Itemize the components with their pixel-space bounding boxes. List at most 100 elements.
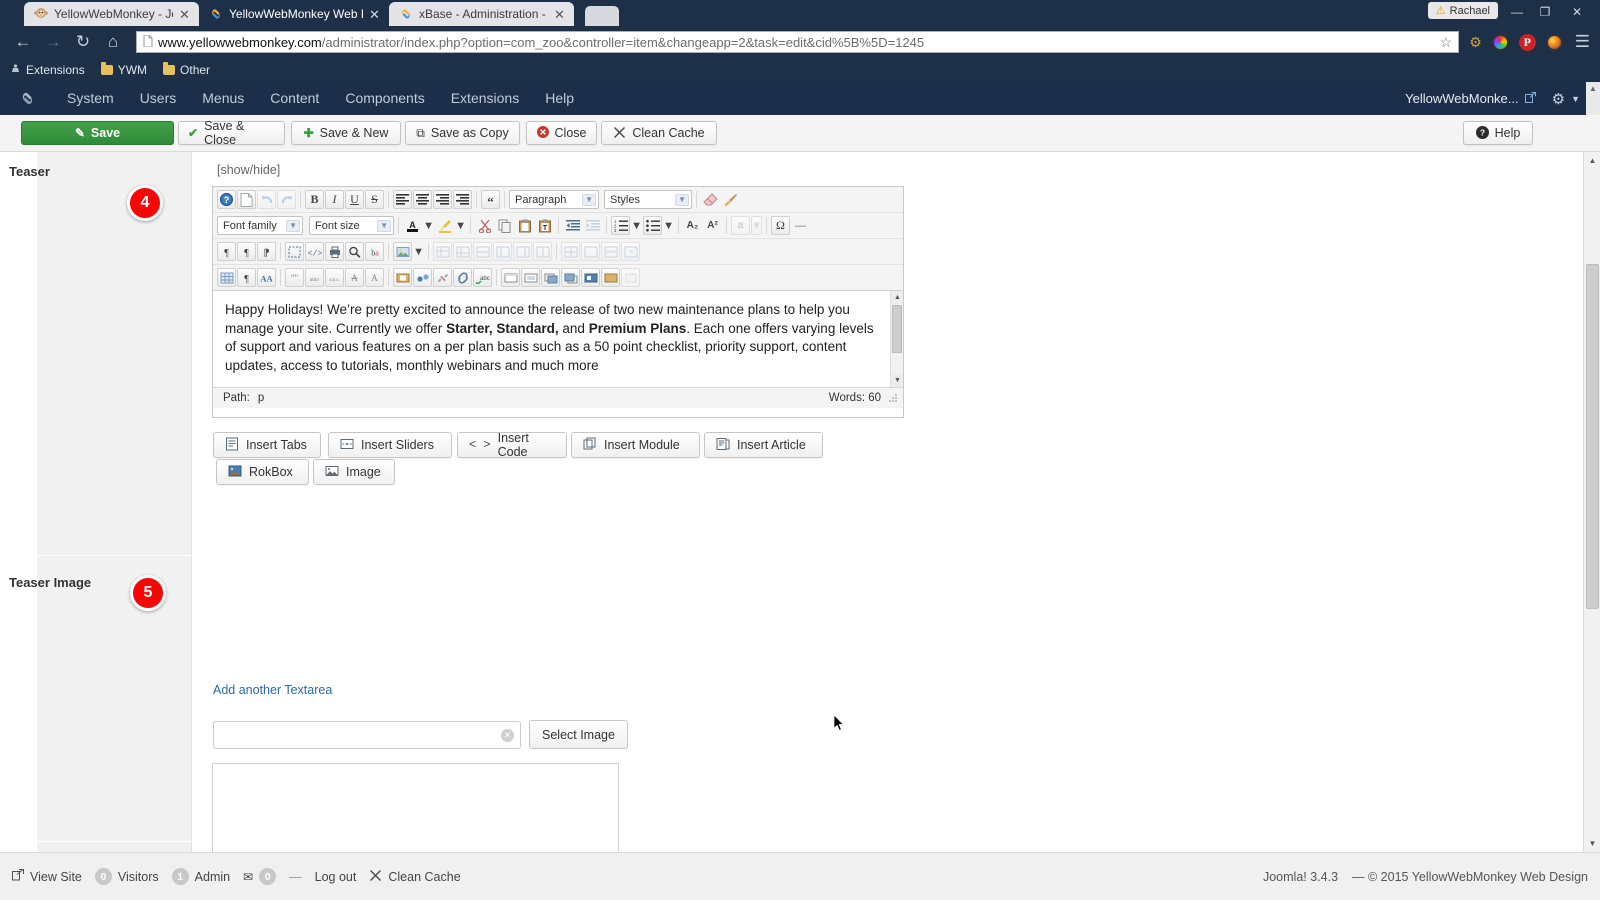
address-bar[interactable]: www.yellowwebmonkey.com /administrator/i… <box>136 31 1460 53</box>
page-scrollbar[interactable]: ▲ ▼ <box>1583 152 1600 852</box>
anchor-icon[interactable] <box>621 268 640 287</box>
abbreviation-icon[interactable]: abbr <box>305 268 324 287</box>
blockquote-icon[interactable]: “ <box>481 190 500 209</box>
table-insert-col-after-icon[interactable] <box>513 242 532 261</box>
eraser-icon[interactable] <box>701 190 720 209</box>
ltr-icon[interactable]: ¶ <box>237 242 256 261</box>
unlink-icon[interactable] <box>433 268 452 287</box>
editor-scroll-up-arrow[interactable]: ▲ <box>891 291 903 304</box>
template-icon[interactable] <box>601 268 620 287</box>
new-document-icon[interactable] <box>237 190 256 209</box>
admin-menu-extensions[interactable]: Extensions <box>438 82 532 115</box>
browser-user-badge[interactable]: ⚠ Rachael <box>1427 2 1498 19</box>
browser-tab-1[interactable]: YellowWebMonkey - Joom ✕ <box>24 2 199 26</box>
highlight-color-icon[interactable] <box>435 216 454 235</box>
align-justify-icon[interactable] <box>453 190 472 209</box>
find-replace-icon[interactable]: ba <box>365 242 384 261</box>
font-family-select[interactable]: Font family ▼ <box>217 216 303 235</box>
subscript-icon[interactable]: A₂ <box>683 216 702 235</box>
align-right-icon[interactable] <box>433 190 452 209</box>
admin-menu-help[interactable]: Help <box>532 82 587 115</box>
numbered-list-chevron-icon[interactable]: ▼ <box>631 216 642 235</box>
editor-resize-grip[interactable] <box>887 392 899 404</box>
editor-content-area[interactable]: Happy Holidays! We’re pretty excited to … <box>213 291 903 387</box>
admin-menu-users[interactable]: Users <box>127 82 190 115</box>
pinterest-icon[interactable]: P <box>1518 33 1536 51</box>
bookmark-extensions[interactable]: Extensions <box>10 63 85 77</box>
superscript-icon[interactable]: A² <box>703 216 722 235</box>
highlight-color-chevron-icon[interactable]: ▼ <box>455 216 466 235</box>
layer-forward-icon[interactable] <box>541 268 560 287</box>
logout-link[interactable]: Log out <box>315 870 357 884</box>
table-insert-col-before-icon[interactable] <box>493 242 512 261</box>
visitors-status[interactable]: 0 Visitors <box>94 868 159 885</box>
rokbox-button[interactable]: RokBox <box>216 459 309 485</box>
bullet-list-chevron-icon[interactable]: ▼ <box>663 216 674 235</box>
tab-close-icon[interactable]: ✕ <box>554 8 566 21</box>
link-icon[interactable] <box>453 268 472 287</box>
insert-text-icon[interactable]: A <box>365 268 384 287</box>
add-another-textarea-link[interactable]: Add another Textarea <box>213 683 332 697</box>
visual-blocks-icon[interactable]: ¶ <box>237 268 256 287</box>
messages-status[interactable]: ✉ 0 <box>243 868 277 885</box>
undo-icon[interactable] <box>257 190 276 209</box>
redo-icon[interactable] <box>277 190 296 209</box>
new-tab-button[interactable] <box>585 6 619 26</box>
bookmark-ywm[interactable]: YWM <box>100 62 147 77</box>
tab-close-icon[interactable]: ✕ <box>369 8 381 21</box>
insert-code-button[interactable]: < > Insert Code <box>457 431 567 459</box>
forward-button[interactable]: → <box>40 29 66 55</box>
save-and-new-button[interactable]: ✚ Save & New <box>291 121 401 145</box>
admin-menu-content[interactable]: Content <box>257 82 332 115</box>
remove-format-icon[interactable]: a <box>731 216 750 235</box>
browser-tab-3[interactable]: xBase - Administration - A ✕ <box>389 2 574 26</box>
insert-image-icon[interactable] <box>393 242 412 261</box>
clear-icon[interactable]: ✕ <box>501 729 514 742</box>
attachment-icon[interactable] <box>393 268 412 287</box>
styles-select[interactable]: Styles ▼ <box>604 190 692 209</box>
insert-table-icon[interactable] <box>217 268 236 287</box>
footer-clean-cache-link[interactable]: Clean Cache <box>369 869 461 885</box>
fullscreen-icon[interactable] <box>285 242 304 261</box>
table-row-props-icon[interactable] <box>601 242 620 261</box>
table-merge-cells-icon[interactable] <box>581 242 600 261</box>
editor-scroll-down-arrow[interactable]: ▼ <box>891 374 903 387</box>
admin-menu-components[interactable]: Components <box>332 82 437 115</box>
show-hide-toggle[interactable]: [show/hide] <box>217 163 280 177</box>
print-icon[interactable] <box>325 242 344 261</box>
find-icon[interactable] <box>345 242 364 261</box>
table-split-cells-icon[interactable] <box>561 242 580 261</box>
bold-icon[interactable]: B <box>305 190 324 209</box>
text-color-icon[interactable]: A <box>403 216 422 235</box>
paintbrush-icon[interactable] <box>721 190 740 209</box>
copy-icon[interactable] <box>495 216 514 235</box>
help-button[interactable]: ? Help <box>1463 121 1533 145</box>
view-site-link[interactable]: View Site <box>12 869 82 884</box>
insert-layer-icon[interactable] <box>501 268 520 287</box>
format-select[interactable]: Paragraph ▼ <box>509 190 599 209</box>
back-button[interactable]: ← <box>10 29 36 55</box>
acronym-icon[interactable]: a.b.c. <box>325 268 344 287</box>
editor-scrollbar[interactable]: ▲ ▼ <box>890 291 903 387</box>
remove-format-chevron-icon[interactable]: ▼ <box>751 216 762 235</box>
insert-sliders-button[interactable]: Insert Sliders <box>328 432 452 458</box>
italic-icon[interactable]: I <box>325 190 344 209</box>
underline-icon[interactable]: U <box>345 190 364 209</box>
numbered-list-icon[interactable]: 123 <box>611 216 630 235</box>
outdent-icon[interactable] <box>563 216 582 235</box>
insert-tabs-button[interactable]: Insert Tabs <box>213 432 321 458</box>
tab-close-icon[interactable]: ✕ <box>179 8 191 21</box>
font-size-select[interactable]: Font size ▼ <box>309 216 394 235</box>
show-invisibles-icon[interactable]: ¶ <box>217 242 236 261</box>
close-button[interactable]: Close <box>526 121 597 145</box>
layer-backward-icon[interactable] <box>561 268 580 287</box>
insert-module-button[interactable]: Insert Module <box>571 432 700 458</box>
page-scroll-up-arrow[interactable]: ▲ <box>1586 82 1600 115</box>
bookmark-star-icon[interactable]: ☆ <box>1440 34 1453 51</box>
bullet-list-icon[interactable] <box>643 216 662 235</box>
teaser-image-input[interactable]: ✕ <box>213 721 521 749</box>
rtl-icon[interactable]: ⁋ <box>257 242 276 261</box>
media-icon[interactable] <box>413 268 432 287</box>
page-scroll-thumb[interactable] <box>1586 264 1599 609</box>
browser-menu-icon[interactable]: ☰ <box>1571 32 1590 52</box>
